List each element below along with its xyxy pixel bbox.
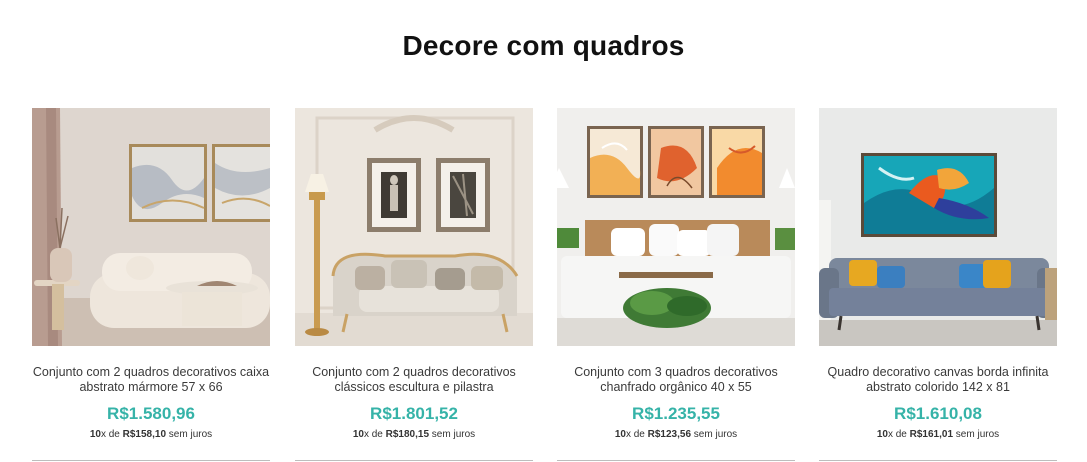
product-card[interactable]: Conjunto com 2 quadros decorativos caixa… bbox=[32, 108, 270, 462]
product-name[interactable]: Conjunto com 2 quadros decorativos caixa… bbox=[26, 365, 276, 395]
installment-count: 10 bbox=[89, 429, 101, 440]
section-title: Decore com quadros bbox=[402, 30, 685, 61]
product-name[interactable]: Conjunto com 3 quadros decorativos chanf… bbox=[551, 365, 801, 395]
installment-count: 10 bbox=[876, 429, 888, 440]
installment-value: R$180,15 bbox=[385, 429, 430, 440]
installment-info: 10x de R$123,56 sem juros bbox=[614, 429, 738, 440]
product-price: R$1.801,52 bbox=[370, 404, 458, 423]
product-image[interactable] bbox=[819, 108, 1057, 346]
installment-count: 10 bbox=[352, 429, 364, 440]
product-card[interactable]: Quadro decorativo canvas borda infinita … bbox=[819, 108, 1057, 462]
product-name[interactable]: Quadro decorativo canvas borda infinita … bbox=[813, 365, 1063, 395]
product-price: R$1.580,96 bbox=[107, 404, 195, 423]
installment-count: 10 bbox=[614, 429, 626, 440]
product-image[interactable] bbox=[32, 108, 270, 346]
product-price: R$1.610,08 bbox=[894, 404, 982, 423]
product-image[interactable] bbox=[557, 108, 795, 346]
card-divider bbox=[557, 460, 795, 461]
product-card[interactable]: Conjunto com 3 quadros decorativos chanf… bbox=[557, 108, 795, 462]
product-card[interactable]: Conjunto com 2 quadros decorativos cláss… bbox=[295, 108, 533, 462]
card-divider bbox=[32, 460, 270, 461]
card-divider bbox=[295, 460, 533, 461]
installment-info: 10x de R$161,01 sem juros bbox=[876, 429, 1000, 440]
product-image[interactable] bbox=[295, 108, 533, 346]
product-price: R$1.235,55 bbox=[632, 404, 720, 423]
installment-info: 10x de R$158,10 sem juros bbox=[89, 429, 213, 440]
installment-info: 10x de R$180,15 sem juros bbox=[352, 429, 476, 440]
installment-value: R$123,56 bbox=[647, 429, 692, 440]
installment-value: R$158,10 bbox=[122, 429, 167, 440]
card-divider bbox=[819, 460, 1057, 461]
installment-value: R$161,01 bbox=[909, 429, 954, 440]
product-name[interactable]: Conjunto com 2 quadros decorativos cláss… bbox=[289, 365, 539, 395]
